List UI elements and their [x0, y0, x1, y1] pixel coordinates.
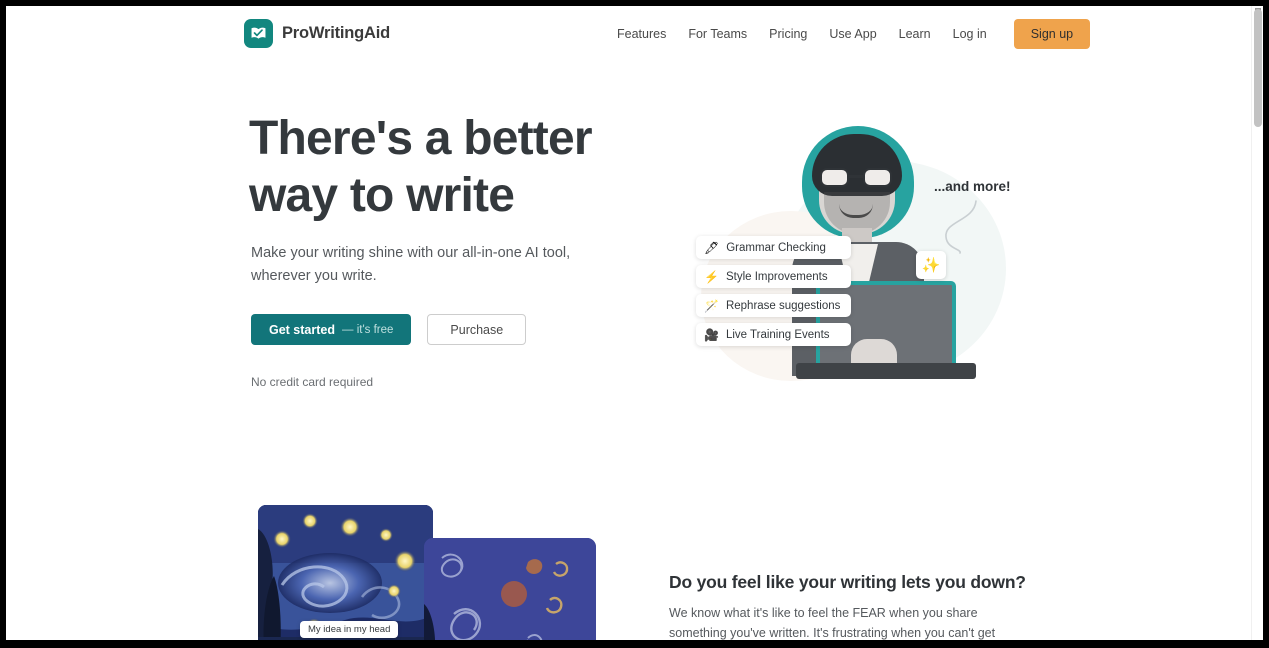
sparkles-icon: ✨	[916, 251, 946, 279]
feature-chip-live-training-events: 🎥 Live Training Events	[696, 323, 852, 346]
feature-label: Style Improvements	[725, 270, 828, 283]
video-camera-icon: 🎥	[704, 327, 719, 342]
sketch-version-image	[424, 538, 596, 640]
brand-logo[interactable]: ProWritingAid	[244, 19, 390, 48]
section-body: We know what it's like to feel the FEAR …	[669, 606, 996, 640]
curved-pointer-line	[945, 200, 977, 254]
nav-item-use-app[interactable]: Use App	[818, 27, 887, 41]
site-header: ProWritingAid Features For Teams Pricing…	[6, 6, 1251, 62]
feature-chip-style-improvements: ⚡ Style Improvements	[696, 265, 852, 288]
glasses-bridge	[849, 175, 863, 178]
hero-title: There's a better way to write	[249, 112, 593, 222]
feather-pen-icon: 🖋	[704, 240, 720, 255]
get-started-suffix: — it's free	[342, 323, 394, 336]
nav-item-features[interactable]: Features	[606, 27, 677, 41]
glasses-icon	[818, 168, 896, 187]
scrollbar-thumb[interactable]	[1254, 9, 1262, 127]
get-started-label: Get started	[269, 322, 335, 337]
nav-item-pricing[interactable]: Pricing	[758, 27, 818, 41]
starry-night-image	[258, 505, 433, 640]
no-credit-card-note: No credit card required	[251, 375, 374, 389]
magic-wand-icon: 🪄	[704, 298, 719, 313]
feature-chip-rephrase-suggestions: 🪄 Rephrase suggestions	[696, 294, 852, 317]
brand-name: ProWritingAid	[282, 24, 391, 42]
feature-label: Grammar Checking	[726, 241, 826, 254]
nav-item-learn[interactable]: Learn	[888, 27, 942, 41]
and-more-label: ...and more!	[934, 179, 1011, 194]
hero-illustration: ✨ ...and more! 🖋 Grammar Checking ⚡ Styl…	[666, 101, 1026, 401]
feature-chip-grammar-checking: 🖋 Grammar Checking	[696, 236, 852, 259]
browser-window: ProWritingAid Features For Teams Pricing…	[6, 6, 1263, 640]
vertical-scrollbar[interactable]	[1251, 6, 1263, 640]
main-navigation: Features For Teams Pricing Use App Learn…	[606, 6, 1091, 62]
image-caption: My idea in my head	[300, 621, 399, 638]
page-viewport: ProWritingAid Features For Teams Pricing…	[6, 6, 1251, 640]
glasses-lens-left	[820, 168, 849, 187]
section-title: Do you feel like your writing lets you d…	[669, 572, 1026, 592]
feature-label: Rephrase suggestions	[725, 299, 841, 312]
lightning-bolt-icon: ⚡	[704, 269, 719, 284]
prowritingaid-book-check-icon	[244, 19, 273, 48]
sign-up-button[interactable]: Sign up	[1013, 19, 1091, 49]
nav-item-log-in[interactable]: Log in	[942, 27, 998, 41]
laptop-base	[796, 363, 976, 379]
glasses-lens-right	[863, 168, 892, 187]
feature-chip-list: 🖋 Grammar Checking ⚡ Style Improvements …	[696, 236, 852, 346]
feature-label: Live Training Events	[725, 328, 830, 341]
purchase-button[interactable]: Purchase	[427, 314, 527, 345]
get-started-button[interactable]: Get started — it's free	[251, 314, 412, 345]
nav-item-for-teams[interactable]: For Teams	[677, 27, 758, 41]
hero-cta-row: Get started — it's free Purchase	[251, 314, 527, 345]
hero-subtitle: Make your writing shine with our all-in-…	[251, 245, 571, 284]
